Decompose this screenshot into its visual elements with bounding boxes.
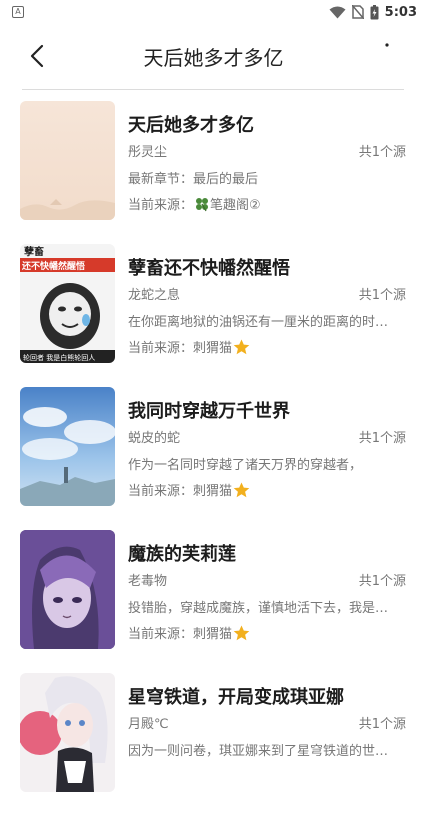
status-bar: A 5:03 [0, 0, 427, 24]
source-prefix: 当前来源： [128, 627, 194, 642]
star-icon [233, 482, 250, 498]
book-cover: 孽畜 还不快幡然醒悟 轮回者 我是白熊轮回人 [20, 244, 115, 363]
source-count: 共1个源 [358, 431, 406, 446]
source-prefix: 当前来源： [128, 484, 194, 499]
latest-chapter: 最新章节：最后的最后 [128, 172, 259, 187]
star-icon [233, 339, 250, 355]
latest-chapter: 作为一名同时穿越了诸天万界的穿越者， [128, 458, 363, 473]
source-name: 刺猬猫 [193, 341, 233, 356]
book-author: 龙蛇之息 [128, 288, 181, 303]
book-cover [20, 530, 115, 649]
status-time: 5:03 [384, 4, 417, 20]
list-item[interactable]: 魔族的芙莉莲 老毒物 共1个源 投错胎，穿越成魔族，谨慎地活下去，我是认真的。 … [0, 529, 427, 672]
book-list: 天后她多才多亿 彤灵尘 共1个源 最新章节：最后的最后 当前来源： 笔趣阁② 孽… [0, 100, 427, 815]
battery-icon [370, 4, 379, 19]
book-cover [20, 101, 115, 220]
source-count: 共1个源 [358, 145, 406, 160]
header-divider [22, 89, 404, 90]
star-icon [233, 625, 250, 641]
status-right: 5:03 [329, 4, 427, 20]
cover-text-main: 还不快幡然醒悟 [21, 260, 85, 272]
cover-text-top: 孽畜 [24, 245, 44, 258]
source-name: 刺猬猫 [193, 484, 233, 499]
source-name: 笔趣阁② [210, 198, 261, 213]
notification-a-icon: A [12, 6, 24, 18]
source-prefix: 当前来源： [128, 341, 194, 356]
book-author: 月殿℃ [128, 717, 169, 732]
more-button[interactable] [377, 40, 397, 70]
current-source: 当前来源： 笔趣阁② [128, 194, 261, 213]
no-sim-icon [351, 5, 364, 19]
list-item[interactable]: 我同时穿越万千世界 蜕皮的蛇 共1个源 作为一名同时穿越了诸天万界的穿越者， 当… [0, 386, 427, 529]
book-title: 我同时穿越万千世界 [128, 401, 290, 422]
book-title: 星穹铁道，开局变成琪亚娜 [128, 687, 344, 708]
latest-chapter: 因为一则问卷，琪亚娜来到了星穹铁道的世界。 [128, 744, 396, 759]
current-source: 当前来源： 刺猬猫 [128, 480, 250, 499]
list-item[interactable]: 星穹铁道，开局变成琪亚娜 月殿℃ 共1个源 因为一则问卷，琪亚娜来到了星穹铁道的… [0, 672, 427, 815]
header: 天后她多才多亿 [0, 30, 427, 82]
clover-icon [194, 196, 210, 212]
book-author: 彤灵尘 [128, 145, 168, 160]
more-dot-icon [385, 43, 389, 47]
book-title: 天后她多才多亿 [128, 115, 254, 136]
book-title: 孽畜还不快幡然醒悟 [128, 258, 290, 279]
wifi-icon [329, 6, 346, 18]
cover-text-bottom: 轮回者 我是白熊轮回人 [23, 353, 95, 362]
source-count: 共1个源 [358, 574, 406, 589]
latest-chapter: 在你距离地狱的油锅还有一厘米的距离的时候， [128, 315, 396, 330]
list-item[interactable]: 孽畜 还不快幡然醒悟 轮回者 我是白熊轮回人 孽畜还不快幡然醒悟 龙蛇之息 共1… [0, 243, 427, 386]
current-source: 当前来源： 刺猬猫 [128, 337, 250, 356]
source-count: 共1个源 [358, 717, 406, 732]
book-title: 魔族的芙莉莲 [128, 544, 236, 565]
book-author: 蜕皮的蛇 [128, 431, 181, 446]
page-title: 天后她多才多亿 [143, 46, 284, 70]
book-cover [20, 387, 115, 506]
source-count: 共1个源 [358, 288, 406, 303]
source-name: 刺猬猫 [193, 627, 233, 642]
list-item[interactable]: 天后她多才多亿 彤灵尘 共1个源 最新章节：最后的最后 当前来源： 笔趣阁② [0, 100, 427, 243]
status-left: A [0, 6, 24, 18]
current-source: 当前来源： 刺猬猫 [128, 623, 250, 642]
latest-chapter: 投错胎，穿越成魔族，谨慎地活下去，我是认真的。 [128, 601, 396, 616]
book-cover [20, 673, 115, 792]
book-author: 老毒物 [128, 574, 168, 589]
source-prefix: 当前来源： [128, 198, 194, 213]
